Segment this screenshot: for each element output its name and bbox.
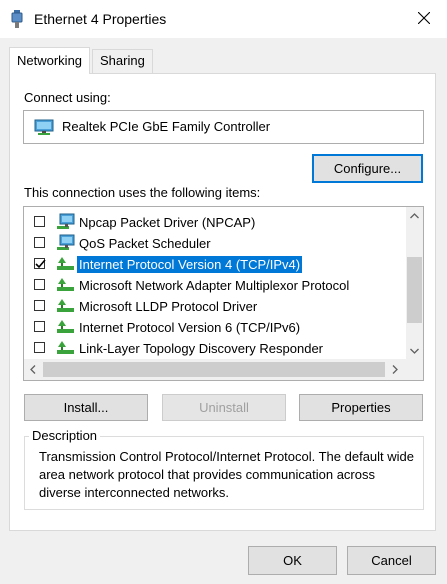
item-label: Link-Layer Topology Discovery Responder (79, 341, 323, 356)
configure-button[interactable]: Configure... (312, 154, 423, 183)
description-legend: Description (29, 428, 101, 443)
list-item[interactable]: QoS Packet Scheduler (24, 233, 402, 254)
protocol-icon (56, 276, 76, 297)
scroll-down-icon[interactable] (406, 342, 423, 359)
description-text: Transmission Control Protocol/Internet P… (39, 449, 415, 500)
tab-sharing-label: Sharing (100, 53, 145, 68)
protocol-icon (56, 318, 76, 339)
network-client-icon (56, 234, 76, 255)
vertical-scrollbar[interactable] (406, 207, 423, 359)
item-checkbox[interactable] (34, 300, 45, 311)
item-label: Internet Protocol Version 6 (TCP/IPv6) (79, 320, 301, 335)
list-item-selected[interactable]: Internet Protocol Version 4 (TCP/IPv4) (24, 254, 402, 275)
list-item[interactable]: Internet Protocol Version 6 (TCP/IPv6) (24, 317, 402, 338)
adapter-name: Realtek PCIe GbE Family Controller (62, 119, 271, 134)
properties-button[interactable]: Properties (299, 394, 423, 421)
adapter-field: Realtek PCIe GbE Family Controller (23, 110, 424, 144)
components-list[interactable]: Npcap Packet Driver (NPCAP) QoS Packet S… (23, 206, 424, 381)
list-item[interactable]: Npcap Packet Driver (NPCAP) (24, 212, 402, 233)
list-item[interactable]: Link-Layer Topology Discovery Responder (24, 338, 402, 359)
protocol-icon (56, 255, 76, 276)
uninstall-button[interactable]: Uninstall (162, 394, 286, 421)
scroll-right-icon[interactable] (386, 361, 403, 378)
item-checkbox[interactable] (34, 237, 45, 248)
scroll-left-icon[interactable] (24, 361, 41, 378)
close-button[interactable] (401, 0, 447, 38)
item-checkbox[interactable] (34, 321, 45, 332)
ethernet-plug-icon (11, 10, 23, 28)
item-label: Microsoft LLDP Protocol Driver (79, 299, 258, 314)
close-icon (417, 11, 431, 27)
list-item[interactable]: Microsoft LLDP Protocol Driver (24, 296, 402, 317)
network-client-icon (56, 213, 76, 234)
item-checkbox[interactable] (34, 216, 45, 227)
tab-networking-label: Networking (17, 53, 83, 68)
item-checkbox[interactable] (34, 279, 45, 290)
scroll-up-icon[interactable] (406, 207, 423, 224)
horizontal-scrollbar[interactable] (24, 359, 423, 380)
item-checkbox-checked[interactable] (34, 258, 46, 269)
vertical-scroll-thumb[interactable] (407, 257, 422, 323)
install-button[interactable]: Install... (24, 394, 148, 421)
item-label: Microsoft Network Adapter Multiplexor Pr… (79, 278, 350, 293)
title-bar: Ethernet 4 Properties (0, 0, 447, 38)
connect-using-label: Connect using: (24, 90, 111, 105)
cancel-button[interactable]: Cancel (347, 546, 436, 575)
item-label: Internet Protocol Version 4 (TCP/IPv4) (75, 255, 304, 274)
items-label: This connection uses the following items… (24, 185, 261, 200)
window-title: Ethernet 4 Properties (34, 11, 167, 27)
item-label: Npcap Packet Driver (NPCAP) (79, 215, 256, 230)
network-adapter-icon (34, 119, 54, 139)
item-label: QoS Packet Scheduler (79, 236, 211, 251)
ok-button[interactable]: OK (248, 546, 337, 575)
list-item[interactable]: Microsoft Network Adapter Multiplexor Pr… (24, 275, 402, 296)
tab-sharing[interactable]: Sharing (92, 49, 153, 73)
tab-networking[interactable]: Networking (9, 47, 91, 74)
protocol-icon (56, 339, 76, 360)
check-icon (35, 259, 46, 269)
horizontal-scroll-thumb[interactable] (43, 362, 385, 377)
protocol-icon (56, 297, 76, 318)
item-checkbox[interactable] (34, 342, 45, 353)
